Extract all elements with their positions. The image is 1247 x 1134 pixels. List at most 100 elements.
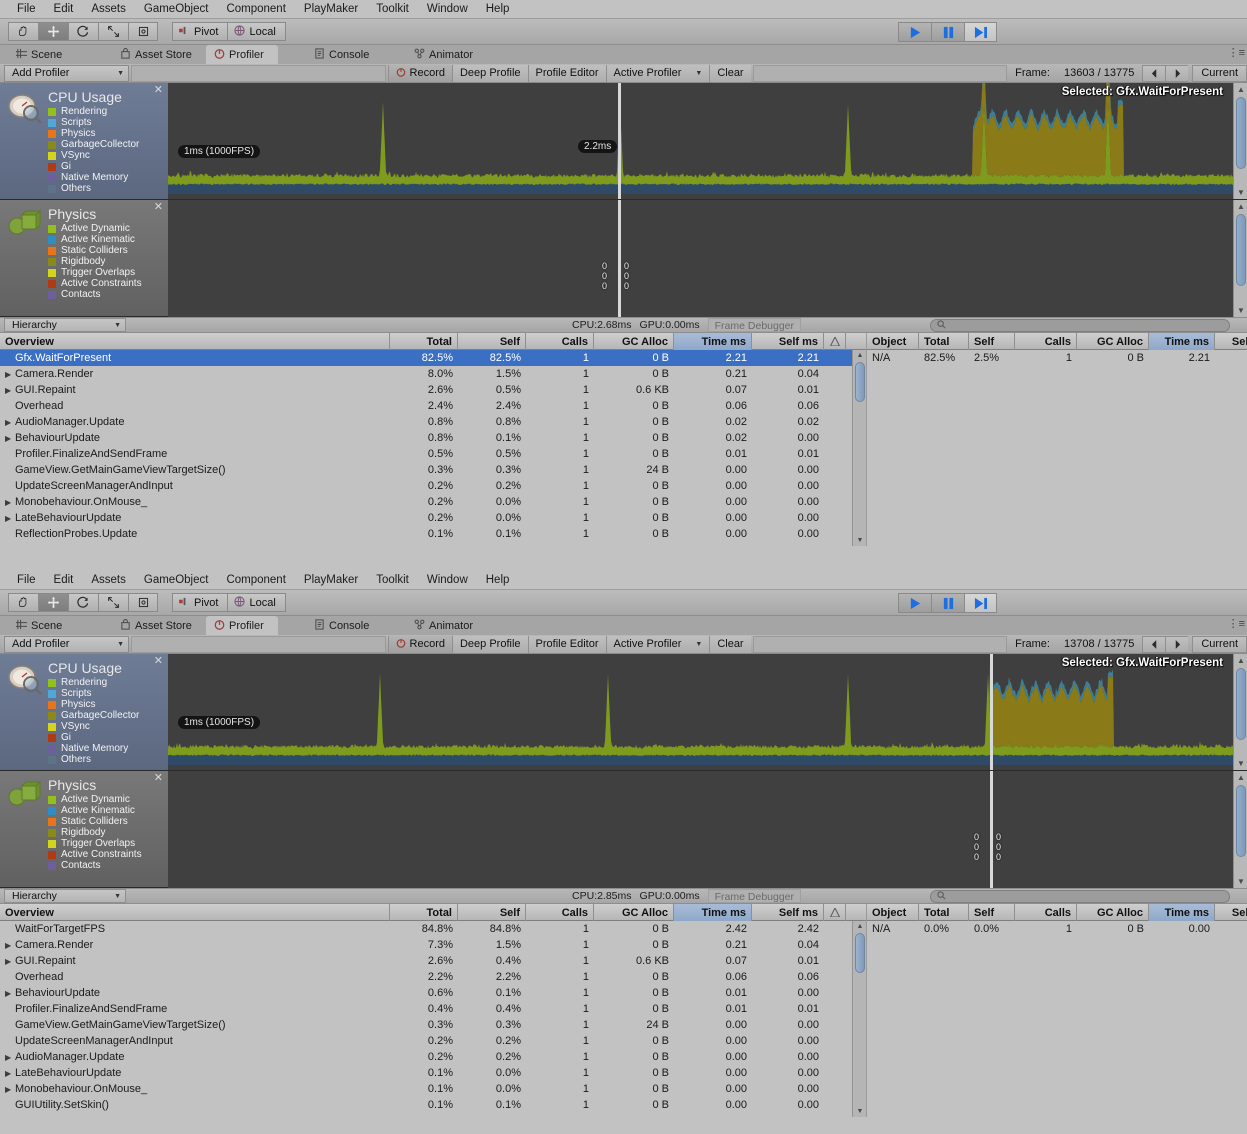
physics-frame-cursor[interactable] — [618, 200, 621, 317]
expand-arrow-icon[interactable]: ▶ — [5, 1050, 14, 1065]
table-row[interactable]: ▶ GUI.Repaint 2.6% 0.4% 1 0.6 KB 0.07 0.01 — [0, 953, 866, 969]
menu-item-assets[interactable]: Assets — [82, 0, 135, 19]
menu-item-window[interactable]: Window — [418, 0, 477, 19]
menu-item-playmaker[interactable]: PlayMaker — [295, 0, 367, 19]
table-row[interactable]: ▶Profiler.FinalizeAndSendFrame 0.4% 0.4% 1 0… — [0, 1001, 866, 1017]
legend-item[interactable]: Active Dynamic — [48, 794, 142, 805]
profile-editor-button[interactable]: Profile Editor — [527, 635, 606, 653]
menu-item-edit[interactable]: Edit — [45, 0, 83, 19]
scroll-up-icon[interactable]: ▲ — [1234, 200, 1247, 213]
column-header-self-ms[interactable]: Self ms — [752, 904, 824, 921]
scroll-up-icon[interactable]: ▲ — [853, 921, 867, 932]
tab-asset-store[interactable]: Asset Store — [112, 45, 206, 64]
table-row[interactable]: ▶ Monobehaviour.OnMouse_ 0.1% 0.0% 1 0 B 0.00 0… — [0, 1081, 866, 1097]
legend-item[interactable]: GarbageCollector — [48, 139, 139, 150]
close-icon[interactable]: ✕ — [154, 85, 163, 96]
pivot-button[interactable]: Pivot — [172, 22, 229, 41]
legend-item[interactable]: Static Colliders — [48, 816, 142, 827]
scroll-up-icon[interactable]: ▲ — [853, 350, 867, 361]
tab-asset-store[interactable]: Asset Store — [112, 616, 206, 635]
scroll-thumb[interactable] — [1236, 668, 1246, 740]
legend-item[interactable]: Active Constraints — [48, 849, 142, 860]
physics-chart[interactable]: 000000 ▲ ▼ — [168, 771, 1247, 888]
rect-tool-button[interactable] — [128, 22, 158, 41]
tab-overflow-icon[interactable]: ⋮≡ — [1228, 617, 1245, 630]
menu-item-window[interactable]: Window — [418, 571, 477, 590]
legend-item[interactable]: Contacts — [48, 860, 142, 871]
legend-item[interactable]: Rigidbody — [48, 256, 142, 267]
legend-item[interactable]: Physics — [48, 699, 139, 710]
cpu-usage-legend[interactable]: ✕ CPU Usage Rendering Scripts Physics Ga… — [0, 83, 168, 200]
table-row[interactable]: ▶ Camera.Render 8.0% 1.5% 1 0 B 0.21 0.04 — [0, 366, 866, 382]
rect-tool-button[interactable] — [128, 593, 158, 612]
step-button[interactable] — [964, 22, 997, 42]
column-header-gc-alloc[interactable]: GC Alloc — [594, 904, 674, 921]
sort-triangle-icon[interactable] — [824, 904, 846, 921]
detail-column-header-object[interactable]: Object — [867, 333, 919, 350]
expand-arrow-icon[interactable]: ▶ — [5, 511, 14, 526]
table-row[interactable]: ▶ LateBehaviourUpdate 0.2% 0.0% 1 0 B 0.00 0.00 — [0, 510, 866, 526]
tab-console[interactable]: Console — [306, 45, 383, 64]
legend-item[interactable]: GarbageCollector — [48, 710, 139, 721]
expand-arrow-icon[interactable]: ▶ — [5, 954, 14, 969]
scroll-down-icon[interactable]: ▼ — [1234, 304, 1247, 317]
search-input[interactable] — [930, 890, 1230, 903]
column-header-total[interactable]: Total — [390, 333, 458, 350]
legend-item[interactable]: Active Kinematic — [48, 234, 142, 245]
column-header-gc-alloc[interactable]: GC Alloc — [594, 333, 674, 350]
expand-arrow-icon[interactable]: ▶ — [5, 938, 14, 953]
menu-item-toolkit[interactable]: Toolkit — [367, 0, 418, 19]
hand-tool-button[interactable] — [8, 593, 38, 612]
scroll-down-icon[interactable]: ▼ — [1234, 875, 1247, 888]
legend-item[interactable]: VSync — [48, 150, 139, 161]
table-row[interactable]: ▶ReflectionProbes.Update 0.1% 0.1% 1 0 B 0.00… — [0, 526, 866, 542]
current-frame-button[interactable]: Current — [1192, 635, 1247, 653]
next-frame-button[interactable] — [1165, 635, 1189, 653]
cpu-chart-scrollbar[interactable]: ▲ ▼ — [1233, 83, 1247, 199]
expand-arrow-icon[interactable]: ▶ — [5, 415, 14, 430]
legend-item[interactable]: Trigger Overlaps — [48, 267, 142, 278]
column-header-overview[interactable]: Overview — [0, 904, 390, 921]
legend-item[interactable]: Active Kinematic — [48, 805, 142, 816]
close-icon[interactable]: ✕ — [154, 773, 163, 784]
table-row[interactable]: ▶Gfx.WaitForPresent 82.5% 82.5% 1 0 B 2.21 2.2… — [0, 350, 866, 366]
expand-arrow-icon[interactable]: ▶ — [5, 495, 14, 510]
table-row[interactable]: ▶Profiler.FinalizeAndSendFrame 0.5% 0.5% 1 0… — [0, 446, 866, 462]
tab-animator[interactable]: Animator — [406, 45, 487, 64]
frame-debugger-button[interactable]: Frame Debugger — [707, 889, 802, 903]
step-button[interactable] — [964, 593, 997, 613]
legend-item[interactable]: Static Colliders — [48, 245, 142, 256]
legend-item[interactable]: Others — [48, 183, 139, 194]
scroll-down-icon[interactable]: ▼ — [1234, 186, 1247, 199]
cpu-frame-cursor[interactable] — [990, 654, 993, 770]
record-button[interactable]: Record — [387, 635, 452, 653]
table-row[interactable]: ▶UpdateScreenManagerAndInput 0.2% 0.2% 1 0 B… — [0, 1033, 866, 1049]
menu-item-component[interactable]: Component — [217, 571, 294, 590]
cpu-usage-chart[interactable]: 1ms (1000FPS) Selected: Gfx.WaitForPrese… — [168, 654, 1247, 771]
active-profiler-dropdown[interactable]: Active Profiler ▼ — [605, 64, 710, 82]
physics-legend[interactable]: ✕ Physics Active Dynamic Active Kinematic… — [0, 771, 168, 888]
hierarchy-dropdown[interactable]: Hierarchy ▼ — [4, 889, 126, 903]
menu-item-assets[interactable]: Assets — [82, 571, 135, 590]
deep-profile-button[interactable]: Deep Profile — [451, 64, 528, 82]
physics-chart-scrollbar[interactable]: ▲ ▼ — [1233, 200, 1247, 317]
column-header-calls[interactable]: Calls — [526, 904, 594, 921]
add-profiler-dropdown[interactable]: Add Profiler ▼ — [4, 64, 129, 82]
next-frame-button[interactable] — [1165, 64, 1189, 82]
active-profiler-dropdown[interactable]: Active Profiler ▼ — [605, 635, 710, 653]
column-header-self[interactable]: Self — [458, 904, 526, 921]
detail-column-header-total[interactable]: Total — [919, 333, 969, 350]
scroll-thumb[interactable] — [1236, 97, 1246, 169]
legend-item[interactable]: Active Dynamic — [48, 223, 142, 234]
local-button[interactable]: Local — [228, 22, 286, 41]
column-header-time-ms[interactable]: Time ms — [674, 904, 752, 921]
expand-arrow-icon[interactable]: ▶ — [5, 367, 14, 382]
detail-column-header-time-ms[interactable]: Time ms — [1149, 904, 1215, 921]
prev-frame-button[interactable] — [1142, 64, 1166, 82]
expand-arrow-icon[interactable]: ▶ — [5, 1082, 14, 1097]
detail-column-header-gc-alloc[interactable]: GC Alloc — [1077, 333, 1149, 350]
legend-item[interactable]: Rigidbody — [48, 827, 142, 838]
legend-item[interactable]: Others — [48, 754, 139, 765]
table-row[interactable]: ▶ GUI.Repaint 2.6% 0.5% 1 0.6 KB 0.07 0.01 — [0, 382, 866, 398]
tab-scene[interactable]: Scene — [8, 45, 76, 64]
